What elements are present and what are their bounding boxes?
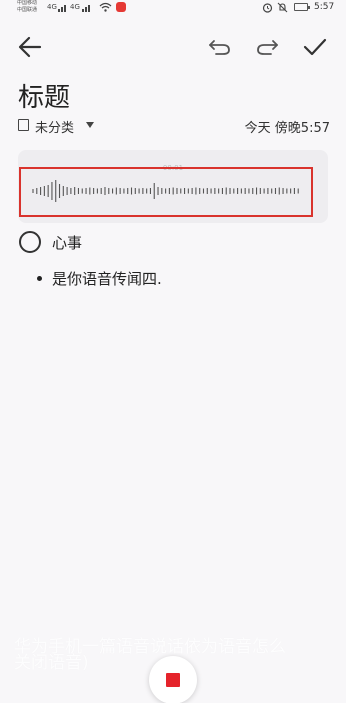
signal-icon-2 — [82, 5, 90, 12]
carrier-1: 中国移动 — [17, 0, 38, 6]
alarm-icon — [262, 3, 273, 13]
stop-icon — [166, 673, 180, 687]
todo-item-text[interactable]: 心事 — [52, 232, 82, 253]
status-bar: 中国移动 中国联通 4G 4G 5:57 — [0, 0, 346, 18]
recording-indicator-icon — [116, 2, 126, 12]
carrier-2: 中国联通 — [17, 7, 38, 13]
mute-icon — [277, 2, 288, 13]
stop-recording-button[interactable] — [149, 656, 197, 703]
todo-checkbox[interactable] — [19, 231, 41, 253]
signal-label-2: 4G — [70, 3, 80, 11]
signal-label-1: 4G — [47, 3, 57, 11]
undo-icon[interactable] — [206, 38, 232, 56]
bullet-dot — [37, 276, 42, 281]
bullet-item-text[interactable]: 是你语音传闻四. — [52, 268, 162, 289]
note-title[interactable]: 标题 — [18, 77, 70, 114]
category-selector[interactable]: 未分类 — [35, 117, 74, 136]
audio-waveform[interactable] — [21, 169, 310, 214]
note-meta-row: 未分类 今天 傍晚5:57 — [18, 117, 330, 136]
back-arrow-icon[interactable] — [18, 36, 42, 58]
checkmark-done-icon[interactable] — [302, 36, 328, 58]
status-time: 5:57 — [314, 2, 335, 12]
chevron-down-icon[interactable] — [86, 122, 94, 128]
notebook-icon — [18, 119, 29, 131]
signal-icon — [58, 5, 66, 12]
note-date: 今天 傍晚5:57 — [244, 121, 330, 136]
overlay-caption-line2: 关闭语音) — [14, 653, 89, 673]
battery-icon — [294, 3, 310, 11]
waveform-highlight-box — [19, 167, 313, 217]
redo-icon[interactable] — [255, 38, 281, 56]
wifi-icon — [99, 2, 112, 12]
